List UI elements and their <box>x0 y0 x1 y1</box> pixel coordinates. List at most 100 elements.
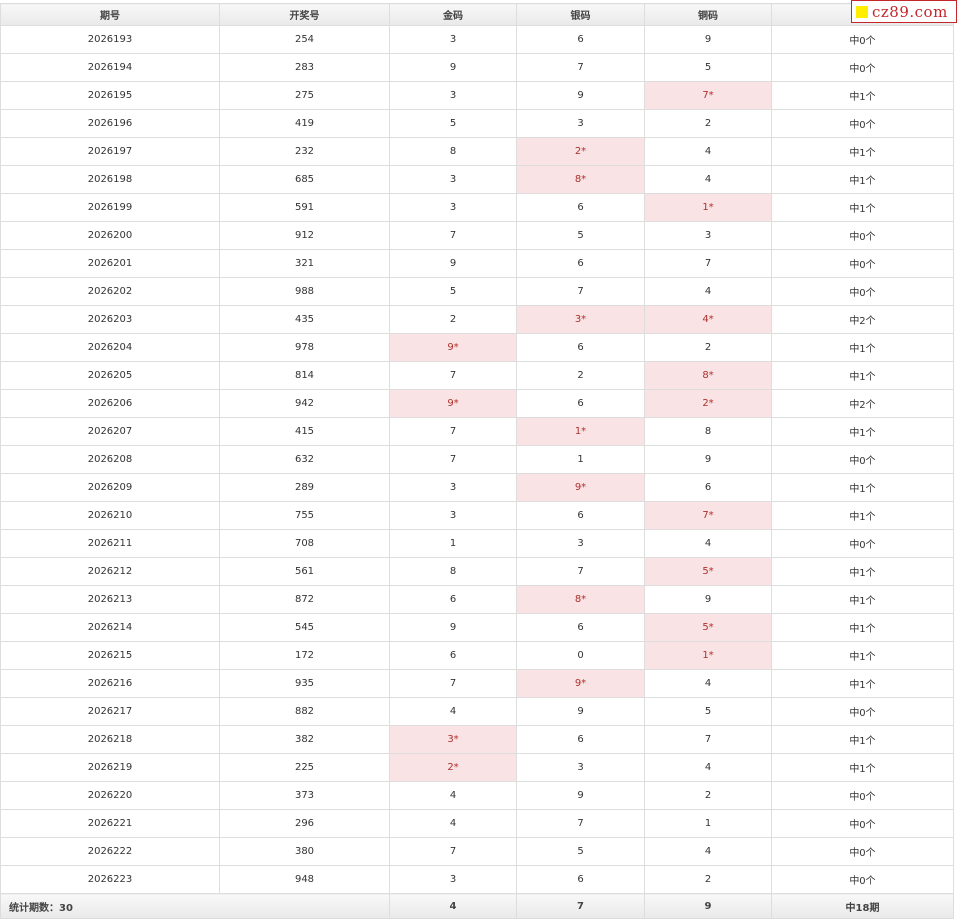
silver-cell: 1 <box>516 445 645 474</box>
issue-cell: 2026198 <box>0 165 220 194</box>
silver-cell: 5 <box>516 221 645 250</box>
issue-cell: 2026202 <box>0 277 220 306</box>
column-header-issue[interactable]: 期号 <box>0 3 220 26</box>
draw-number-cell: 172 <box>219 641 390 670</box>
issue-cell: 2026215 <box>0 641 220 670</box>
silver-cell: 7 <box>516 277 645 306</box>
silver-cell: 9* <box>516 669 645 698</box>
gold-cell: 7 <box>389 361 517 390</box>
table-row: 2026198 685 3 8* 4 中1个 <box>0 165 954 194</box>
result-cell: 中1个 <box>771 613 954 642</box>
silver-cell: 6 <box>516 333 645 362</box>
issue-cell: 2026206 <box>0 389 220 418</box>
draw-number-cell: 321 <box>219 249 390 278</box>
gold-cell: 2* <box>389 753 517 782</box>
issue-cell: 2026205 <box>0 361 220 390</box>
gold-cell: 9 <box>389 53 517 82</box>
draw-number-cell: 382 <box>219 725 390 754</box>
table-row: 2026197 232 8 2* 4 中1个 <box>0 137 954 166</box>
table-row: 2026211 708 1 3 4 中0个 <box>0 529 954 558</box>
silver-cell: 1* <box>516 417 645 446</box>
silver-cell: 9 <box>516 81 645 110</box>
bronze-cell: 2 <box>644 109 772 138</box>
silver-cell: 9 <box>516 697 645 726</box>
issue-cell: 2026212 <box>0 557 220 586</box>
table-row: 2026203 435 2 3* 4* 中2个 <box>0 305 954 334</box>
bronze-cell: 2 <box>644 333 772 362</box>
table-row: 2026209 289 3 9* 6 中1个 <box>0 473 954 502</box>
footer-result-total: 中18期 <box>771 893 954 919</box>
issue-cell: 2026221 <box>0 809 220 838</box>
bronze-cell: 9 <box>644 25 772 54</box>
draw-number-cell: 685 <box>219 165 390 194</box>
bronze-cell: 4 <box>644 529 772 558</box>
bronze-cell: 1* <box>644 193 772 222</box>
bronze-cell: 5* <box>644 557 772 586</box>
silver-cell: 6 <box>516 193 645 222</box>
issue-cell: 2026200 <box>0 221 220 250</box>
issue-cell: 2026211 <box>0 529 220 558</box>
table-row: 2026215 172 6 0 1* 中1个 <box>0 641 954 670</box>
gold-cell: 3 <box>389 501 517 530</box>
lottery-results-table: 期号 开奖号 金码 银码 铜码 中奖 2026193254369中0个20261… <box>0 3 954 919</box>
draw-number-cell: 872 <box>219 585 390 614</box>
draw-number-cell: 814 <box>219 361 390 390</box>
result-cell: 中0个 <box>771 249 954 278</box>
result-cell: 中0个 <box>771 53 954 82</box>
column-header-draw-number[interactable]: 开奖号 <box>219 3 390 26</box>
gold-cell: 3 <box>389 865 517 894</box>
issue-cell: 2026197 <box>0 137 220 166</box>
column-header-silver[interactable]: 银码 <box>516 3 645 26</box>
issue-cell: 2026204 <box>0 333 220 362</box>
table-row: 2026223 948 3 6 2 中0个 <box>0 865 954 894</box>
draw-number-cell: 415 <box>219 417 390 446</box>
silver-cell: 0 <box>516 641 645 670</box>
draw-number-cell: 942 <box>219 389 390 418</box>
result-cell: 中0个 <box>771 865 954 894</box>
column-header-bronze[interactable]: 铜码 <box>644 3 772 26</box>
table-row: 2026200 912 7 5 3 中0个 <box>0 221 954 250</box>
bronze-cell: 7 <box>644 725 772 754</box>
result-cell: 中0个 <box>771 529 954 558</box>
gold-cell: 5 <box>389 277 517 306</box>
table-row: 2026217 882 4 9 5 中0个 <box>0 697 954 726</box>
issue-cell: 2026219 <box>0 753 220 782</box>
silver-cell: 9* <box>516 473 645 502</box>
silver-cell: 9 <box>516 781 645 810</box>
draw-number-cell: 435 <box>219 305 390 334</box>
silver-cell: 8* <box>516 585 645 614</box>
bronze-cell: 1* <box>644 641 772 670</box>
result-cell: 中0个 <box>771 109 954 138</box>
result-cell: 中0个 <box>771 277 954 306</box>
logo-text: cz89.com <box>872 2 948 21</box>
gold-cell: 3* <box>389 725 517 754</box>
draw-number-cell: 283 <box>219 53 390 82</box>
issue-cell: 2026194 <box>0 53 220 82</box>
gold-cell: 6 <box>389 585 517 614</box>
issue-cell: 2026216 <box>0 669 220 698</box>
gold-cell: 6 <box>389 641 517 670</box>
result-cell: 中1个 <box>771 165 954 194</box>
result-cell: 中0个 <box>771 837 954 866</box>
silver-cell: 6 <box>516 249 645 278</box>
table-row: 2026210 755 3 6 7* 中1个 <box>0 501 954 530</box>
bronze-cell: 4* <box>644 305 772 334</box>
bronze-cell: 9 <box>644 445 772 474</box>
table-row: 2026212 561 8 7 5* 中1个 <box>0 557 954 586</box>
table-row: 2026204 978 9* 6 2 中1个 <box>0 333 954 362</box>
gold-cell: 9 <box>389 249 517 278</box>
table-row: 2026218 382 3* 6 7 中1个 <box>0 725 954 754</box>
silver-cell: 2* <box>516 137 645 166</box>
gold-cell: 7 <box>389 445 517 474</box>
gold-cell: 7 <box>389 669 517 698</box>
issue-cell: 2026213 <box>0 585 220 614</box>
issue-cell: 2026209 <box>0 473 220 502</box>
issue-cell: 2026220 <box>0 781 220 810</box>
issue-cell: 2026214 <box>0 613 220 642</box>
table-row: 2026194 283 9 7 5 中0个 <box>0 53 954 82</box>
column-header-gold[interactable]: 金码 <box>389 3 517 26</box>
silver-cell: 6 <box>516 25 645 54</box>
site-logo[interactable]: cz89.com <box>851 0 957 23</box>
table-row: 2026196 419 5 3 2 中0个 <box>0 109 954 138</box>
gold-cell: 3 <box>389 193 517 222</box>
